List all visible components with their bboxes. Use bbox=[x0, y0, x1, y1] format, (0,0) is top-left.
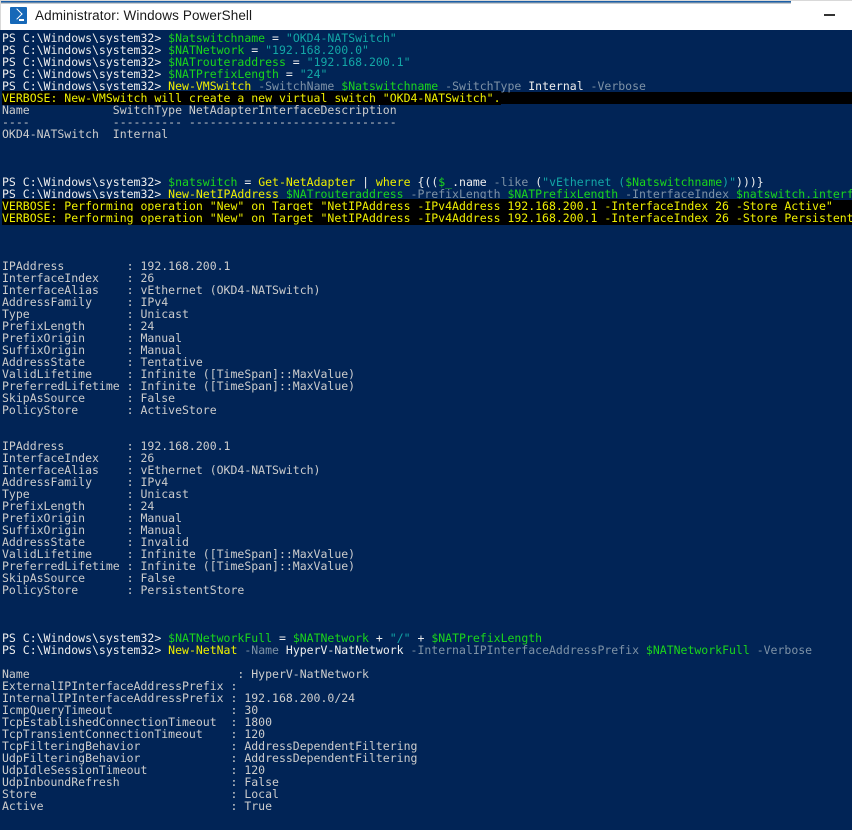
terminal-token: $NATNetworkFull bbox=[645, 643, 750, 657]
terminal-output-line: PolicyStore : ActiveStore bbox=[2, 404, 852, 416]
terminal-blank-line bbox=[2, 596, 852, 608]
window-controls bbox=[806, 0, 852, 31]
terminal-token: -Verbose bbox=[583, 79, 646, 93]
title-bar[interactable]: Administrator: Windows PowerShell bbox=[0, 0, 852, 30]
terminal-token: -InternalIPInterfaceAddressPrefix bbox=[403, 643, 646, 657]
terminal-token: Active : True bbox=[2, 799, 273, 813]
terminal-token: -Verbose bbox=[749, 643, 813, 657]
window-title: Administrator: Windows PowerShell bbox=[35, 8, 253, 23]
terminal-blank-line bbox=[2, 140, 852, 152]
terminal-token: PolicyStore : PersistentStore bbox=[2, 583, 245, 597]
titlebar-accent-stripe bbox=[1, 1, 791, 4]
terminal-output-line: PolicyStore : PersistentStore bbox=[2, 584, 852, 596]
powershell-icon bbox=[10, 7, 27, 24]
terminal-token: Internal bbox=[528, 79, 584, 93]
terminal-token: PolicyStore : ActiveStore bbox=[2, 403, 217, 417]
terminal-blank-line bbox=[2, 608, 852, 620]
terminal-blank-line bbox=[2, 236, 852, 248]
terminal-token: -Name bbox=[237, 643, 286, 657]
terminal-verbose-line: VERBOSE: Performing operation "New" on T… bbox=[2, 211, 852, 225]
terminal-token: OKD4-NATSwitch Internal bbox=[2, 127, 169, 141]
terminal-blank-line bbox=[2, 824, 852, 830]
terminal-token: PS C:\Windows\system32> bbox=[2, 643, 169, 657]
terminal-token: HyperV-NatNetwork bbox=[285, 643, 404, 657]
terminal-command-line: PS C:\Windows\system32> New-NetNat -Name… bbox=[2, 644, 852, 656]
title-bar-left: Administrator: Windows PowerShell bbox=[1, 7, 252, 24]
verbose-row: VERBOSE: Performing operation "New" on T… bbox=[2, 211, 852, 225]
terminal-token: New-NetNat bbox=[168, 643, 238, 657]
terminal-blank-line bbox=[2, 812, 852, 824]
terminal-blank-line bbox=[2, 416, 852, 428]
powershell-window: Administrator: Windows PowerShell PS C:\… bbox=[0, 0, 852, 830]
terminal-token: VERBOSE: Performing operation "New" on T… bbox=[2, 211, 852, 225]
terminal-blank-line bbox=[2, 224, 852, 236]
terminal-blank-line bbox=[2, 152, 852, 164]
minimize-button[interactable] bbox=[806, 0, 852, 30]
console-output-area[interactable]: PS C:\Windows\system32> $Natswitchname =… bbox=[0, 30, 852, 830]
minimize-icon bbox=[823, 14, 835, 16]
terminal-output-line: Active : True bbox=[2, 800, 852, 812]
terminal-output-line: OKD4-NATSwitch Internal bbox=[2, 128, 852, 140]
